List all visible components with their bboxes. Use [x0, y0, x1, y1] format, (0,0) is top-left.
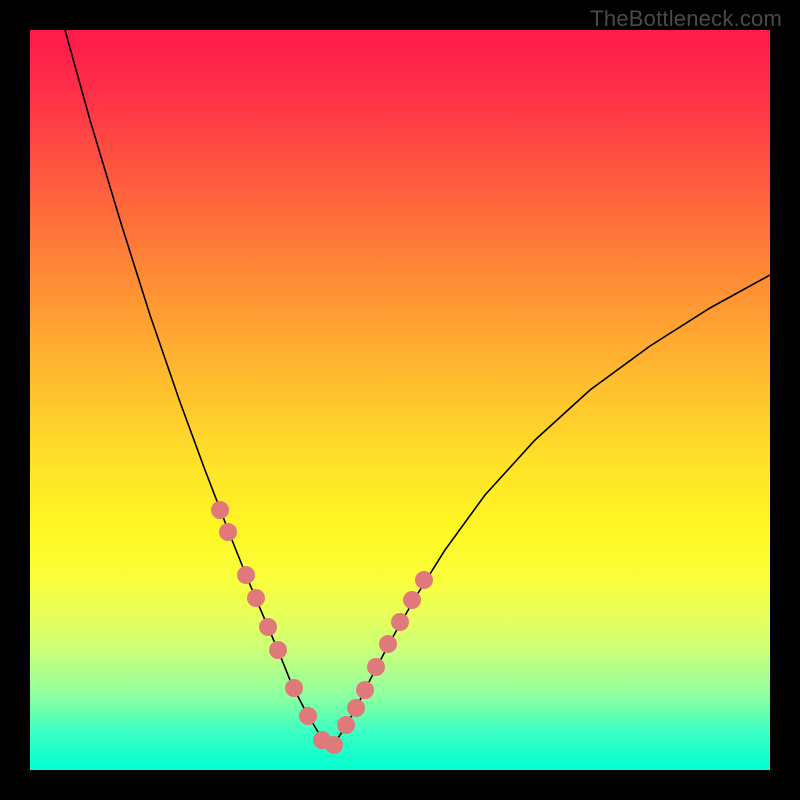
data-marker [379, 635, 397, 653]
markers-right-group [325, 571, 433, 754]
data-marker [391, 613, 409, 631]
data-marker [325, 736, 343, 754]
data-marker [211, 501, 229, 519]
data-marker [269, 641, 287, 659]
chart-container: TheBottleneck.com [0, 0, 800, 800]
data-marker [247, 589, 265, 607]
watermark-text: TheBottleneck.com [590, 6, 782, 32]
plot-area [30, 30, 770, 770]
data-marker [403, 591, 421, 609]
left-curve [65, 30, 330, 750]
data-marker [259, 618, 277, 636]
data-marker [299, 707, 317, 725]
data-marker [356, 681, 374, 699]
right-curve [330, 275, 770, 750]
data-marker [237, 566, 255, 584]
data-marker [347, 699, 365, 717]
markers-left-group [211, 501, 331, 749]
data-marker [219, 523, 237, 541]
chart-svg [30, 30, 770, 770]
data-marker [415, 571, 433, 589]
data-marker [285, 679, 303, 697]
data-marker [337, 716, 355, 734]
data-marker [367, 658, 385, 676]
